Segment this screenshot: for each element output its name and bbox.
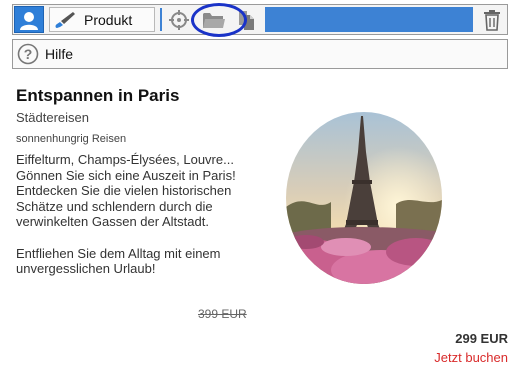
current-price: 299 EUR — [455, 331, 508, 346]
product-title: Entspannen in Paris — [16, 86, 180, 105]
target-button[interactable] — [165, 7, 193, 32]
product-description: Eiffelturm, Champs-Élysées, Louvre... Gö… — [16, 152, 278, 277]
old-price: 399 EUR — [198, 307, 247, 321]
book-now-link[interactable]: Jetzt buchen — [434, 350, 508, 365]
product-category: Städtereisen — [16, 110, 89, 125]
crosshair-icon — [169, 9, 189, 30]
help-circle-icon: ? — [17, 43, 39, 65]
eiffel-tower-photo — [286, 112, 442, 284]
user-avatar-button[interactable] — [14, 6, 44, 33]
description-paragraph: Entfliehen Sie dem Alltag mit einem unve… — [16, 245, 221, 277]
trash-icon — [484, 9, 500, 31]
user-avatar-icon — [20, 11, 38, 30]
toolbar: Produkt — [12, 3, 508, 37]
toolbar-blue-field[interactable] — [265, 7, 473, 32]
help-label: Hilfe — [45, 46, 74, 62]
delete-button[interactable] — [479, 7, 505, 32]
description-paragraph: Eiffelturm, Champs-Élysées, Louvre... Gö… — [16, 152, 236, 229]
svg-text:?: ? — [24, 46, 33, 62]
toolbar-separator — [160, 8, 162, 31]
brush-icon — [55, 11, 75, 28]
produkt-button[interactable]: Produkt — [49, 7, 155, 32]
help-button[interactable]: ? Hilfe — [17, 42, 73, 66]
product-vendor: sonnenhungrig Reisen — [16, 133, 127, 145]
highlight-circle — [191, 3, 247, 37]
produkt-label: Produkt — [84, 11, 133, 28]
help-bar: ? Hilfe — [12, 39, 508, 69]
